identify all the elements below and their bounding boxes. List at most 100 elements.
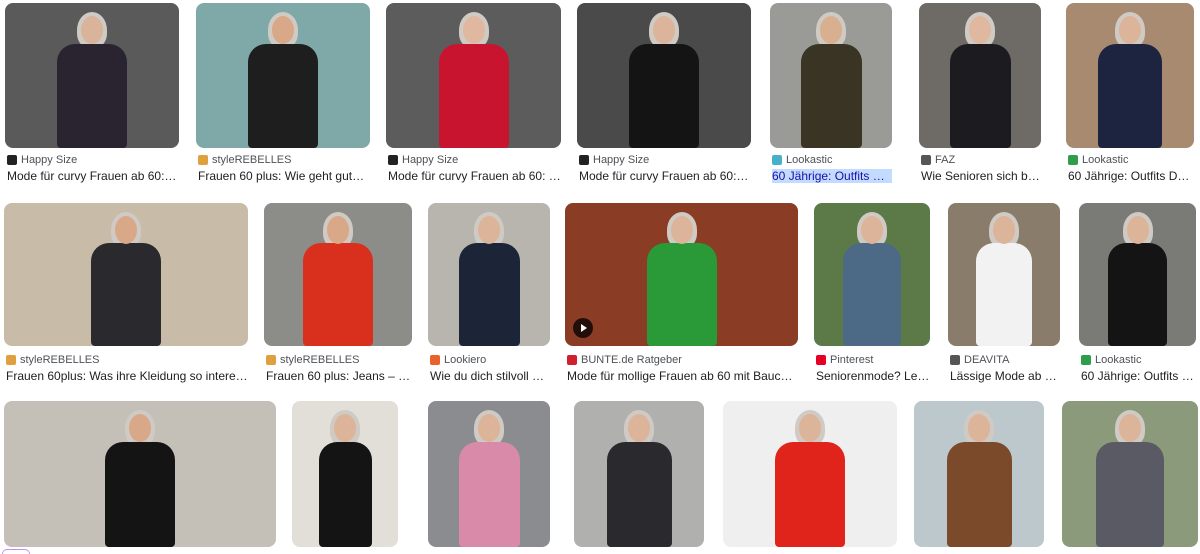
- result-title[interactable]: 60 Jährige: Outfits Da…: [772, 169, 892, 183]
- result-title[interactable]: Frauen 60 plus: Wie geht gute…: [198, 169, 370, 183]
- result-thumbnail[interactable]: [770, 3, 892, 148]
- result-thumbnail[interactable]: [4, 401, 276, 547]
- result-title[interactable]: Wie du dich stilvoll …: [430, 369, 544, 383]
- image-result-tile[interactable]: [4, 401, 276, 547]
- result-source[interactable]: styleREBELLES: [6, 354, 99, 366]
- person-figure: [919, 3, 1041, 148]
- result-thumbnail[interactable]: [428, 401, 550, 547]
- source-name: BUNTE.de Ratgeber: [581, 354, 682, 366]
- site-favicon-icon: [950, 355, 960, 365]
- result-source[interactable]: Happy Size: [7, 154, 77, 166]
- face-shape: [861, 215, 883, 244]
- result-thumbnail[interactable]: [565, 203, 798, 346]
- outfit-shape: [800, 43, 862, 148]
- result-title[interactable]: Seniorenmode? Le…: [816, 369, 929, 383]
- site-favicon-icon: [816, 355, 826, 365]
- image-result-tile[interactable]: Happy Size Mode für curvy Frauen ab 60: …: [5, 3, 179, 185]
- image-result-tile[interactable]: [914, 401, 1044, 547]
- outfit-shape: [976, 243, 1032, 346]
- site-favicon-icon: [772, 155, 782, 165]
- result-source[interactable]: Pinterest: [816, 354, 873, 366]
- result-source[interactable]: BUNTE.de Ratgeber: [567, 354, 682, 366]
- face-shape: [81, 16, 103, 45]
- result-source[interactable]: Lookiero: [430, 354, 486, 366]
- source-name: Happy Size: [593, 154, 650, 166]
- site-favicon-icon: [198, 155, 208, 165]
- result-thumbnail[interactable]: [1066, 3, 1194, 148]
- result-source[interactable]: Lookastic: [772, 154, 832, 166]
- image-result-tile[interactable]: Happy Size Mode für curvy Frauen ab 60: …: [386, 3, 561, 185]
- outfit-shape: [318, 441, 372, 547]
- image-result-tile[interactable]: Pinterest Seniorenmode? Le…: [814, 203, 930, 385]
- outfit-shape: [606, 441, 672, 547]
- person-figure: [5, 3, 179, 148]
- face-shape: [628, 414, 650, 443]
- person-figure: [196, 3, 370, 148]
- result-title[interactable]: Mode für curvy Frauen ab 60: …: [579, 169, 751, 183]
- image-result-tile[interactable]: Lookastic 60 Jährige: Outfits Da…: [1066, 3, 1194, 185]
- image-result-tile[interactable]: [1062, 401, 1198, 547]
- outfit-shape: [91, 243, 161, 346]
- result-thumbnail[interactable]: [814, 203, 930, 346]
- result-title[interactable]: Mode für mollige Frauen ab 60 mit Bauch…: [567, 369, 798, 383]
- result-thumbnail[interactable]: [264, 203, 412, 346]
- result-title[interactable]: 60 Jährige: Outfits …: [1081, 369, 1194, 383]
- image-result-tile[interactable]: [292, 401, 398, 547]
- site-favicon-icon: [430, 355, 440, 365]
- result-thumbnail[interactable]: [428, 203, 550, 346]
- image-result-tile[interactable]: [428, 401, 550, 547]
- person-figure: [1066, 3, 1194, 148]
- outfit-shape: [946, 441, 1012, 547]
- image-result-tile[interactable]: styleREBELLES Frauen 60 plus: Jeans – …: [264, 203, 412, 385]
- result-source[interactable]: Lookastic: [1068, 154, 1128, 166]
- image-result-tile[interactable]: [723, 401, 897, 547]
- image-result-tile[interactable]: styleREBELLES Frauen 60 plus: Wie geht gu…: [196, 3, 370, 185]
- result-thumbnail[interactable]: [919, 3, 1041, 148]
- result-thumbnail[interactable]: [914, 401, 1044, 547]
- result-source[interactable]: styleREBELLES: [198, 154, 291, 166]
- image-result-tile[interactable]: BUNTE.de Ratgeber Mode für mollige Frauen…: [565, 203, 798, 385]
- image-result-tile[interactable]: [574, 401, 704, 547]
- face-shape: [272, 16, 294, 45]
- video-play-icon: [573, 318, 593, 338]
- result-source[interactable]: styleREBELLES: [266, 354, 359, 366]
- face-shape: [969, 16, 991, 45]
- result-thumbnail[interactable]: [292, 401, 398, 547]
- image-result-tile[interactable]: Lookastic 60 Jährige: Outfits Da…: [770, 3, 892, 185]
- result-title[interactable]: Frauen 60plus: Was ihre Kleidung so inte…: [6, 369, 248, 383]
- face-shape: [1119, 16, 1141, 45]
- result-title[interactable]: Wie Senioren sich be…: [921, 169, 1041, 183]
- person-figure: [4, 203, 248, 346]
- result-thumbnail[interactable]: [948, 203, 1060, 346]
- image-result-tile[interactable]: DEAVITA Lässige Mode ab 6…: [948, 203, 1060, 385]
- result-thumbnail[interactable]: [196, 3, 370, 148]
- result-title[interactable]: 60 Jährige: Outfits Da…: [1068, 169, 1194, 183]
- result-title[interactable]: Lässige Mode ab 6…: [950, 369, 1060, 383]
- more-results-button[interactable]: [2, 549, 30, 554]
- result-source[interactable]: Lookastic: [1081, 354, 1141, 366]
- result-thumbnail[interactable]: [386, 3, 561, 148]
- result-title[interactable]: Mode für curvy Frauen ab 60: …: [7, 169, 179, 183]
- face-shape: [129, 414, 151, 443]
- result-title[interactable]: Mode für curvy Frauen ab 60: …: [388, 169, 561, 183]
- image-result-tile[interactable]: Lookiero Wie du dich stilvoll …: [428, 203, 550, 385]
- result-thumbnail[interactable]: [1062, 401, 1198, 547]
- result-thumbnail[interactable]: [574, 401, 704, 547]
- image-result-tile[interactable]: Happy Size Mode für curvy Frauen ab 60: …: [577, 3, 751, 185]
- result-source[interactable]: Happy Size: [388, 154, 458, 166]
- result-source[interactable]: Happy Size: [579, 154, 649, 166]
- result-source[interactable]: FAZ: [921, 154, 955, 166]
- result-source[interactable]: DEAVITA: [950, 354, 1009, 366]
- image-result-tile[interactable]: Lookastic 60 Jährige: Outfits …: [1079, 203, 1196, 385]
- result-title[interactable]: Frauen 60 plus: Jeans – …: [266, 369, 410, 383]
- image-result-tile[interactable]: styleREBELLES Frauen 60plus: Was ihre Kle…: [4, 203, 248, 385]
- result-thumbnail[interactable]: [577, 3, 751, 148]
- result-thumbnail[interactable]: [5, 3, 179, 148]
- outfit-shape: [843, 243, 901, 346]
- result-thumbnail[interactable]: [1079, 203, 1196, 346]
- person-figure: [577, 3, 751, 148]
- result-thumbnail[interactable]: [4, 203, 248, 346]
- result-thumbnail[interactable]: [723, 401, 897, 547]
- image-result-tile[interactable]: FAZ Wie Senioren sich be…: [919, 3, 1041, 185]
- face-shape: [1119, 414, 1141, 443]
